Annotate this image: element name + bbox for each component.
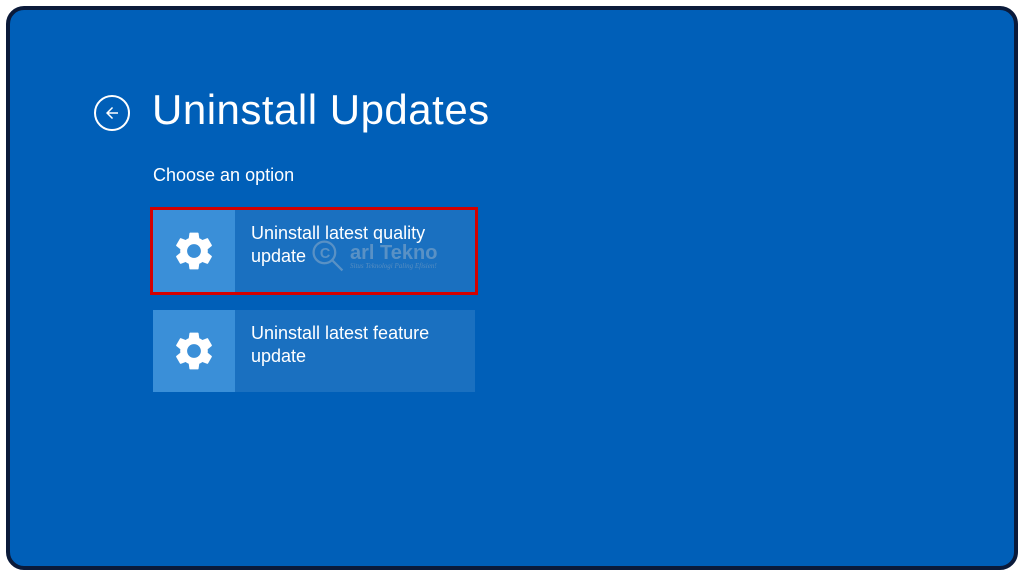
header: Uninstall Updates — [94, 86, 490, 134]
recovery-screen: Uninstall Updates Choose an option Unins… — [6, 6, 1018, 570]
option-uninstall-quality-update[interactable]: Uninstall latest quality update — [153, 210, 475, 292]
option-icon-box — [153, 210, 235, 292]
option-icon-box — [153, 310, 235, 392]
option-label: Uninstall latest feature update — [235, 310, 475, 392]
page-title: Uninstall Updates — [152, 86, 490, 134]
options-list: Uninstall latest quality update Uninstal… — [153, 210, 475, 410]
option-uninstall-feature-update[interactable]: Uninstall latest feature update — [153, 310, 475, 392]
page-subtitle: Choose an option — [153, 165, 294, 186]
gear-icon — [171, 228, 217, 274]
gear-icon — [171, 328, 217, 374]
back-arrow-icon — [103, 104, 121, 122]
option-label: Uninstall latest quality update — [235, 210, 475, 292]
back-button[interactable] — [94, 95, 130, 131]
